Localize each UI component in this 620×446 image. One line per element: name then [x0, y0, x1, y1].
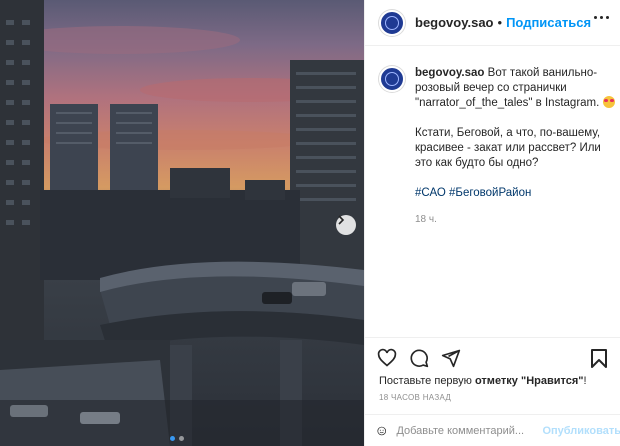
caption-time: 18 ч. — [415, 214, 437, 225]
avatar-logo — [385, 15, 399, 30]
save-button[interactable] — [590, 348, 608, 373]
more-options-icon[interactable] — [594, 16, 609, 19]
post-timestamp[interactable]: 18 ЧАСОВ НАЗАД — [379, 393, 451, 402]
hashtags-link[interactable]: #САО #БеговойРайон — [415, 186, 615, 201]
avatar[interactable] — [379, 9, 405, 36]
city-sunset-image — [0, 0, 364, 446]
heart-eyes-emoji-icon — [602, 96, 615, 108]
caption-username-link[interactable]: begovoy.sao — [415, 67, 484, 79]
caption-avatar[interactable] — [379, 66, 405, 92]
caption-text: begovoy.sao Вот такой ванильно-розовый в… — [415, 66, 615, 216]
caption-line-2: Кстати, Беговой, а что, по-вашему, краси… — [415, 127, 601, 169]
carousel-indicator — [170, 436, 184, 441]
username-link[interactable]: begovoy.sao — [415, 15, 494, 30]
likes-prefix: Поставьте первую — [379, 375, 472, 387]
likes-link[interactable]: отметку "Нравится" — [475, 375, 584, 387]
post-side-panel: begovoy.sao • Подписаться begovoy.sao Во… — [364, 0, 620, 446]
comment-bar: Опубликовать — [365, 414, 620, 446]
publish-button[interactable]: Опубликовать — [542, 425, 620, 437]
share-button[interactable] — [441, 348, 461, 368]
comment-button[interactable] — [409, 348, 429, 368]
heart-icon — [377, 348, 397, 367]
comment-input[interactable] — [396, 424, 539, 437]
carousel-dot-active — [170, 436, 175, 441]
avatar-logo — [385, 72, 399, 86]
carousel-dot — [179, 436, 184, 441]
emoji-icon[interactable] — [377, 421, 387, 441]
bookmark-icon — [591, 349, 607, 368]
post-photo[interactable] — [0, 0, 364, 446]
share-icon — [441, 349, 461, 367]
chevron-right-icon — [338, 215, 345, 225]
like-button[interactable] — [377, 348, 397, 368]
follow-button[interactable]: Подписаться — [506, 15, 591, 30]
post-header: begovoy.sao • Подписаться — [365, 0, 620, 46]
separator-dot: • — [497, 15, 503, 30]
likes-suffix: ! — [583, 375, 587, 387]
post-caption: begovoy.sao Вот такой ванильно-розовый в… — [379, 66, 615, 216]
action-bar — [365, 337, 620, 377]
likes-prompt: Поставьте первую отметку "Нравится"! — [379, 375, 587, 387]
carousel-next-button[interactable] — [336, 215, 356, 235]
comment-icon — [410, 348, 429, 367]
